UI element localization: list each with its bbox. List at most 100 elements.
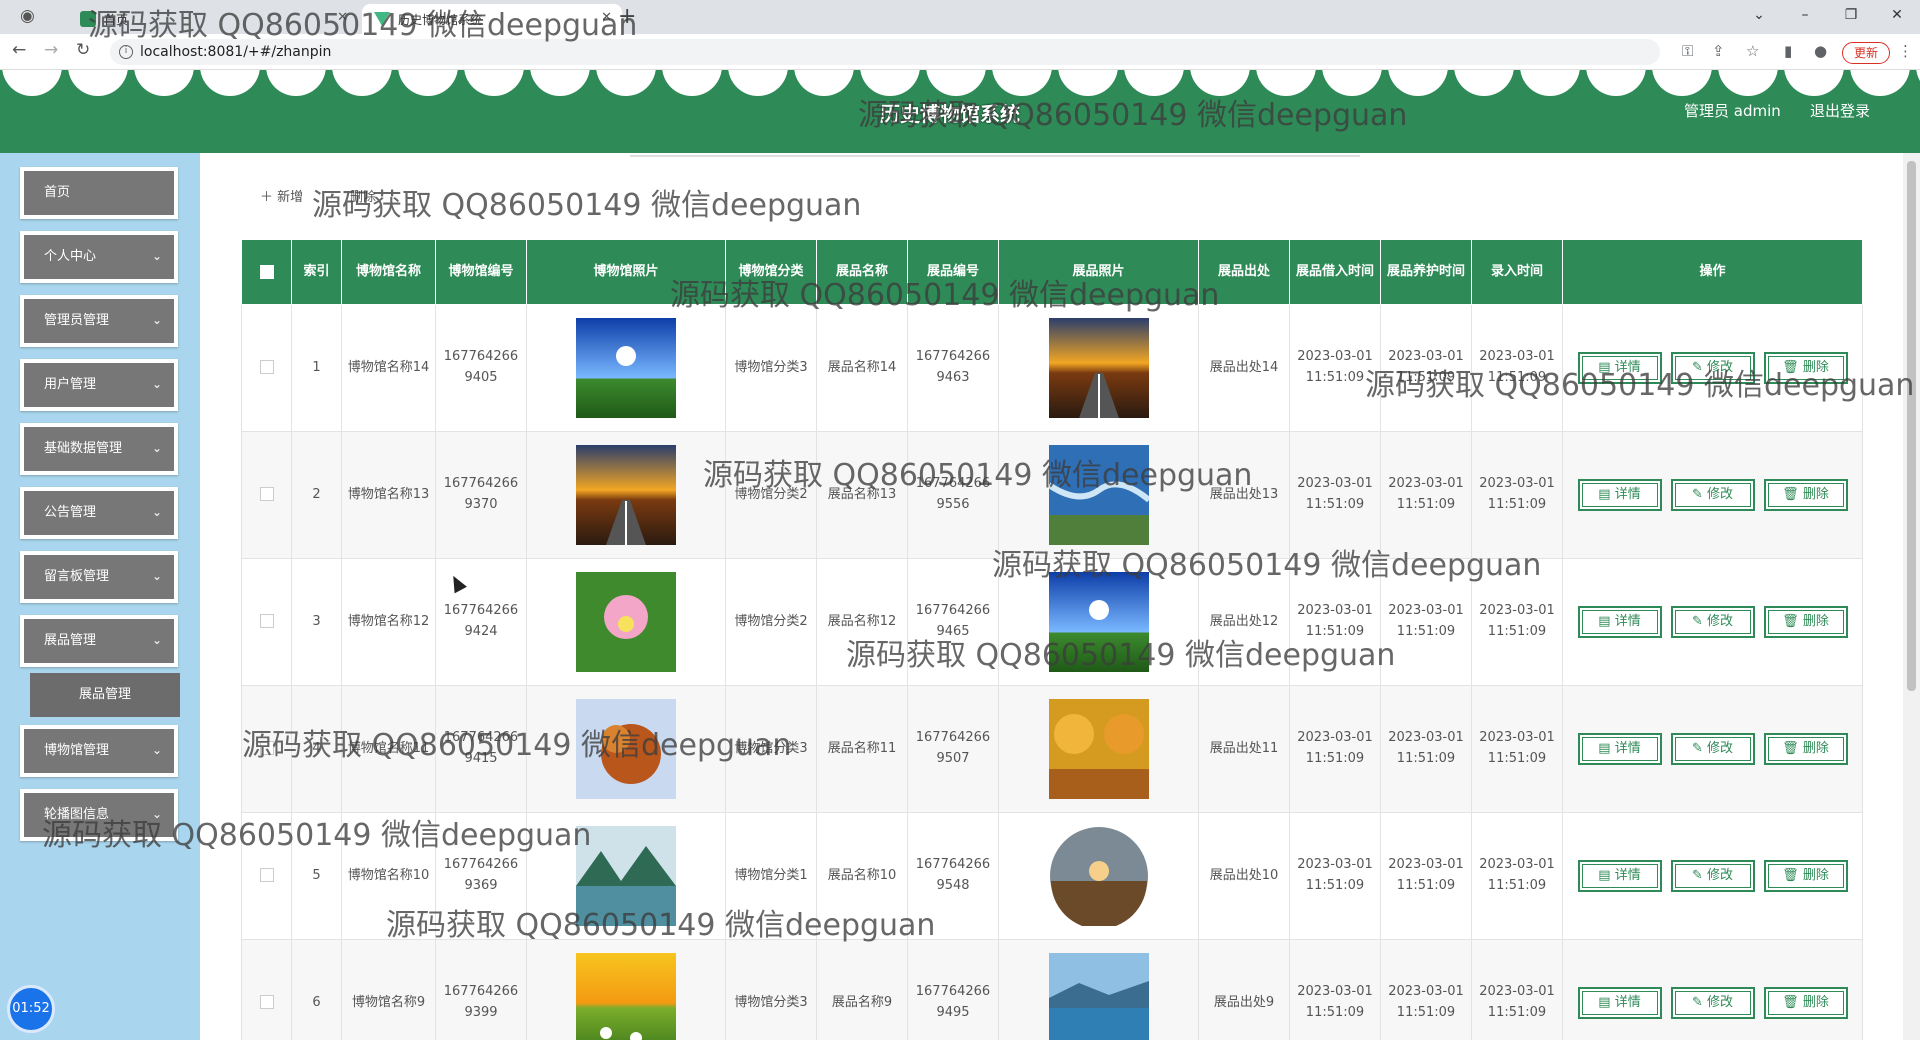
row-checkbox[interactable]	[241, 939, 292, 1040]
browser-tab-home[interactable]: 首页 ✕	[68, 4, 358, 34]
scallop-shape	[68, 70, 128, 96]
restore-icon[interactable]: ❐	[1828, 0, 1874, 34]
scrollbar-thumb[interactable]	[1907, 161, 1916, 691]
cell-item-name: 展品名称9	[816, 939, 908, 1040]
submenu-item-exhibits[interactable]: 展品管理	[30, 673, 180, 717]
sidebar-item-messages[interactable]: 留言板管理 ⌄	[20, 551, 178, 603]
sidebar-item-basedata[interactable]: 基础数据管理 ⌄	[20, 423, 178, 475]
logout-link[interactable]: 退出登录	[1810, 100, 1870, 121]
profile-icon[interactable]: ●	[1814, 42, 1827, 60]
cell-item-no: 1677642669548	[907, 812, 999, 940]
item-photo	[998, 558, 1199, 686]
scallop-shape	[992, 70, 1052, 96]
cell-museum-category: 博物馆分类3	[725, 685, 817, 813]
sidepanel-icon[interactable]: ▮	[1784, 42, 1792, 60]
add-button[interactable]: ＋ 新增	[260, 186, 303, 205]
browser-tab-active[interactable]: 历史博物馆系统 ✕	[362, 4, 622, 34]
row-checkbox[interactable]	[241, 304, 292, 432]
tab-search-icon[interactable]: ⌄	[1736, 0, 1782, 34]
sidebar-item-users[interactable]: 用户管理 ⌄	[20, 359, 178, 411]
edit-button[interactable]: ✎ 修改	[1670, 606, 1755, 638]
chrome-menu-icon[interactable]: ◉	[20, 6, 35, 26]
scallop-shape	[134, 70, 194, 96]
row-checkbox[interactable]	[241, 812, 292, 940]
row-checkbox[interactable]	[241, 431, 292, 559]
vue-favicon-icon	[374, 12, 390, 26]
cell-item-name: 展品名称13	[816, 431, 908, 559]
sidebar-item-exhibits[interactable]: 展品管理 ⌄	[20, 615, 178, 667]
sidebar-item-home[interactable]: 首页	[20, 167, 178, 219]
sidebar-item-notices[interactable]: 公告管理 ⌄	[20, 487, 178, 539]
delete-button[interactable]: 🗑 删除	[1763, 987, 1848, 1019]
detail-label: 详情	[1614, 614, 1641, 629]
scallop-shape	[2, 70, 62, 96]
column-header: 展品名称	[816, 239, 908, 305]
delete-label: 删除	[1802, 741, 1829, 756]
back-icon[interactable]: ←	[12, 40, 26, 60]
delete-button[interactable]: 🗑 删除	[1763, 479, 1848, 511]
item-photo	[998, 812, 1199, 940]
detail-button[interactable]: ▤ 详情	[1577, 987, 1662, 1019]
sidebar-item-museums[interactable]: 博物馆管理 ⌄	[20, 725, 178, 777]
document-icon: ▤	[1598, 868, 1615, 883]
close-window-icon[interactable]: ✕	[1874, 0, 1920, 34]
edit-button[interactable]: ✎ 修改	[1670, 860, 1755, 892]
minimize-icon[interactable]: –	[1782, 0, 1828, 34]
batch-delete-button[interactable]: 删除	[350, 186, 376, 205]
edit-button[interactable]: ✎ 修改	[1670, 733, 1755, 765]
detail-button[interactable]: ▤ 详情	[1577, 733, 1662, 765]
detail-button[interactable]: ▤ 详情	[1577, 479, 1662, 511]
detail-button[interactable]: ▤ 详情	[1577, 606, 1662, 638]
reload-icon[interactable]: ↻	[76, 40, 90, 60]
close-tab-icon[interactable]: ✕	[337, 10, 348, 25]
bookmark-star-icon[interactable]: ☆	[1746, 42, 1759, 60]
sidebar-item-label: 留言板管理	[44, 569, 110, 584]
url-input[interactable]: i localhost:8081/+#/zhanpin	[110, 39, 1660, 65]
forward-icon[interactable]: →	[44, 40, 58, 60]
cell-entry-time: 2023-03-01 11:51:09	[1471, 939, 1563, 1040]
detail-button[interactable]: ▤ 详情	[1577, 860, 1662, 892]
scallop-shape	[1388, 70, 1448, 96]
main-content: ＋ 新增 删除 索引 博物馆名称 博物馆编号 博物馆照片 博物馆分类 展品名称 …	[200, 153, 1900, 1040]
trash-icon: 🗑	[1782, 614, 1803, 629]
page-scrollbar[interactable]	[1903, 153, 1920, 1040]
item-photo	[998, 685, 1199, 813]
museum-photo	[526, 431, 726, 559]
delete-button[interactable]: 🗑 删除	[1763, 733, 1848, 765]
app-header: 历史博物馆系统 管理员 admin 退出登录	[0, 70, 1920, 153]
more-menu-icon[interactable]: ⋮	[1898, 42, 1913, 60]
cell-item-name: 展品名称14	[816, 304, 908, 432]
table-row: 6 博物馆名称9 1677642669399 博物馆分类3 展品名称9 167764266…	[241, 939, 1863, 1040]
cell-item-no: 1677642669507	[907, 685, 999, 813]
browser-tabstrip: ◉ 首页 ✕ 历史博物馆系统 ✕ + ⌄ – ❐ ✕	[0, 0, 1920, 34]
close-tab-icon[interactable]: ✕	[601, 10, 612, 25]
select-all-checkbox[interactable]	[241, 239, 292, 305]
scallop-shape	[266, 70, 326, 96]
document-icon: ▤	[1598, 487, 1615, 502]
site-info-icon[interactable]: i	[119, 45, 133, 59]
edit-button[interactable]: ✎ 修改	[1670, 987, 1755, 1019]
sidebar-item-profile[interactable]: 个人中心 ⌄	[20, 231, 178, 283]
row-checkbox[interactable]	[241, 558, 292, 686]
sidebar-item-carousel[interactable]: 轮播图信息 ⌄	[20, 789, 178, 841]
page-favicon-icon	[80, 11, 96, 27]
delete-button[interactable]: 🗑 删除	[1763, 352, 1848, 384]
pencil-icon: ✎	[1691, 741, 1707, 756]
scallop-shape	[200, 70, 260, 96]
row-checkbox[interactable]	[241, 685, 292, 813]
key-icon[interactable]: ⚿	[1682, 42, 1693, 60]
update-button[interactable]: 更新	[1842, 42, 1890, 64]
delete-button[interactable]: 🗑 删除	[1763, 860, 1848, 892]
column-header: 博物馆照片	[526, 239, 726, 305]
scallop-shape	[1454, 70, 1514, 96]
edit-button[interactable]: ✎ 修改	[1670, 352, 1755, 384]
edit-button[interactable]: ✎ 修改	[1670, 479, 1755, 511]
new-tab-icon[interactable]: +	[618, 4, 636, 29]
cell-item-name: 展品名称11	[816, 685, 908, 813]
detail-button[interactable]: ▤ 详情	[1577, 352, 1662, 384]
delete-button[interactable]: 🗑 删除	[1763, 606, 1848, 638]
share-icon[interactable]: ⇪	[1712, 42, 1725, 60]
sidebar-item-admins[interactable]: 管理员管理 ⌄	[20, 295, 178, 347]
column-header: 录入时间	[1471, 239, 1563, 305]
edit-label: 修改	[1707, 614, 1734, 629]
